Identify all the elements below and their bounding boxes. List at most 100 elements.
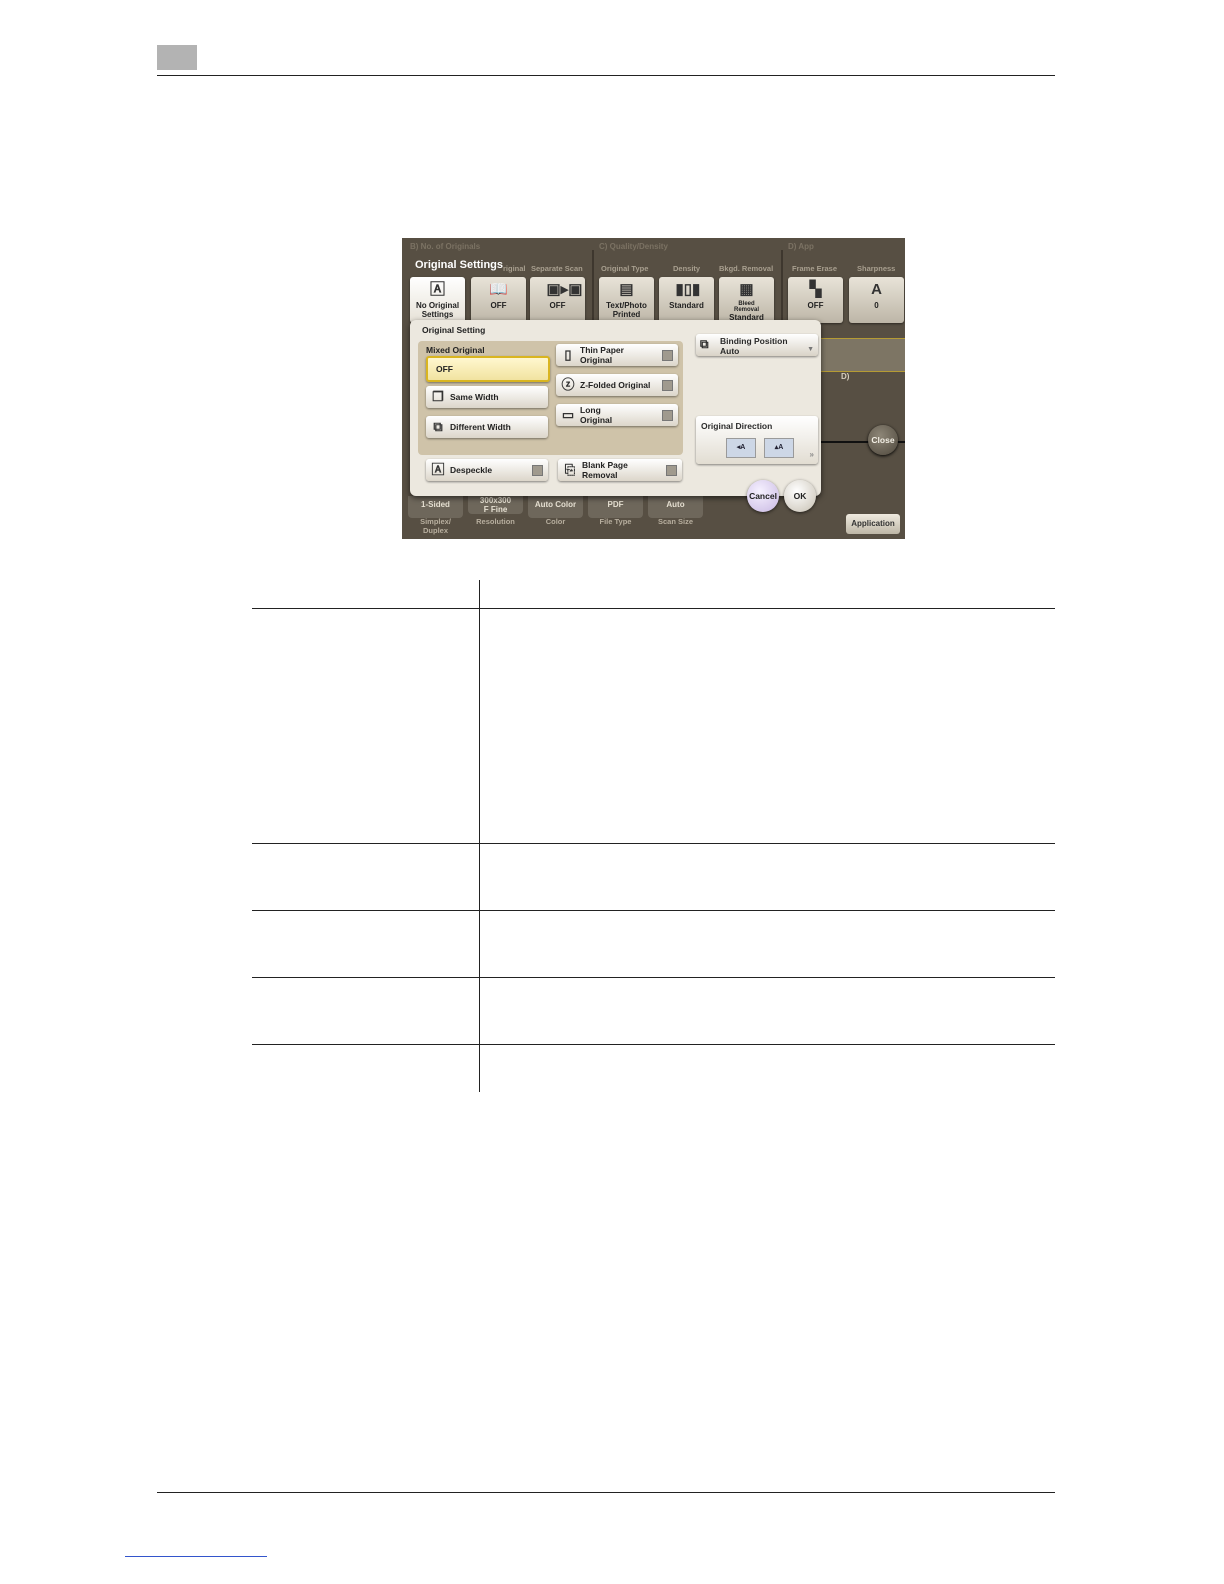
- option-label: Despeckle: [450, 465, 493, 475]
- tile-value: OFF: [549, 301, 566, 310]
- option-label: Different Width: [450, 422, 511, 432]
- table-row-rule: [252, 843, 1055, 844]
- file-type-label: File Type: [599, 517, 632, 526]
- table-column-divider: [479, 580, 480, 1092]
- no-original-settings-tile[interactable]: 🄰 No Original Settings: [410, 277, 465, 323]
- fast-forward-icon: »: [809, 450, 814, 459]
- sharpness-tile[interactable]: A 0: [849, 277, 904, 323]
- text-photo-icon: ▤: [619, 281, 634, 298]
- density-tile[interactable]: ▮▯▮ Standard: [659, 277, 714, 323]
- application-button[interactable]: Application: [846, 514, 900, 534]
- different-width-button[interactable]: ⧉ Different Width: [426, 416, 548, 438]
- binding-position-value: Auto: [720, 346, 740, 356]
- section-header-app: D) App: [788, 242, 814, 251]
- column-label-original-type: Original Type: [601, 264, 649, 273]
- section-d-label: D): [841, 372, 850, 381]
- control-panel-screenshot: B) No. of Originals C) Quality/Density D…: [402, 238, 905, 539]
- original-type-tile[interactable]: ▤ Text/Photo Printed: [599, 277, 654, 323]
- option-label-line: Blank Page: [582, 460, 628, 470]
- chevron-down-icon: ▼: [807, 346, 814, 353]
- color-label: Color: [545, 517, 566, 526]
- binding-position-label: Binding Position: [720, 336, 788, 346]
- table-row-rule: [252, 977, 1055, 978]
- tab-value: PDF: [607, 500, 624, 509]
- section-header-no-of-originals: B) No. of Originals: [410, 242, 481, 251]
- cancel-button[interactable]: Cancel: [747, 480, 779, 512]
- same-width-button[interactable]: ❐ Same Width: [426, 386, 548, 408]
- checkbox[interactable]: [662, 350, 673, 361]
- tab-value: Auto: [666, 500, 685, 509]
- original-direction-label: Original Direction: [701, 421, 773, 431]
- dialog-title: Original Setting: [422, 325, 486, 335]
- simplex-duplex-label: Simplex/ Duplex: [408, 517, 463, 535]
- tile-value: OFF: [490, 301, 507, 310]
- tab-value: Auto Color: [534, 500, 577, 509]
- option-label: Blank Page Removal: [582, 460, 628, 480]
- scan-size-tab[interactable]: Auto: [648, 496, 703, 518]
- right-preview-strip: D): [820, 338, 905, 381]
- option-label: OFF: [436, 364, 453, 374]
- z-folded-original-button[interactable]: ⓩ Z-Folded Original: [556, 374, 678, 396]
- separate-scan-icon: ▣▸▣: [546, 281, 583, 298]
- binding-position-dropdown[interactable]: ⧉ Binding Position Auto ▼: [696, 334, 818, 356]
- mixed-original-off-button[interactable]: OFF: [426, 356, 550, 382]
- stacked-pages-icon: ❐: [432, 389, 444, 404]
- tile-value: Standard: [669, 301, 704, 310]
- long-original-button[interactable]: ▭ Long Original: [556, 404, 678, 426]
- option-label: Same Width: [450, 392, 499, 402]
- mixed-original-label: Mixed Original: [426, 345, 485, 355]
- frame-erase-tile[interactable]: ▚ OFF: [788, 277, 843, 323]
- resolution-label: Resolution: [476, 517, 515, 526]
- chapter-number-box: [157, 45, 197, 70]
- separate-scan-tile[interactable]: ▣▸▣ OFF: [530, 277, 585, 323]
- close-button[interactable]: Close: [868, 425, 898, 455]
- thin-paper-icon: ▯: [564, 347, 572, 362]
- section-divider: [592, 250, 594, 330]
- tab-value: F Fine: [483, 505, 508, 514]
- long-paper-icon: ▭: [561, 407, 575, 422]
- bkgd-removal-icon: ▦: [739, 281, 754, 298]
- tile-label: Printed: [612, 310, 641, 319]
- tile-label: Settings: [421, 310, 454, 319]
- document-a-icon: 🄰: [429, 281, 445, 298]
- density-scale-icon: ▮▯▮: [675, 281, 701, 298]
- frame-erase-icon: ▚: [809, 281, 822, 298]
- direction-portrait-icon: ◂A: [726, 438, 756, 458]
- column-label-separate-scan: Separate Scan: [531, 264, 583, 273]
- checkbox[interactable]: [532, 465, 543, 476]
- option-label: Thin Paper Original: [580, 345, 624, 365]
- checkbox[interactable]: [666, 465, 677, 476]
- color-tab[interactable]: Auto Color: [528, 496, 583, 518]
- section-header-quality-density: C) Quality/Density: [599, 242, 668, 251]
- ok-button[interactable]: OK: [784, 480, 816, 512]
- original-direction-button[interactable]: Original Direction ◂A ▴A »: [696, 416, 818, 464]
- bkgd-removal-tile[interactable]: ▦ Bleed Removal Standard: [719, 277, 774, 323]
- book-original-tile[interactable]: 📖 OFF: [471, 277, 526, 323]
- original-settings-title: Original Settings: [415, 259, 504, 271]
- column-label-sharpness: Sharpness: [857, 264, 896, 273]
- option-label: Long Original: [580, 405, 612, 425]
- sharpness-icon: A: [871, 281, 882, 298]
- blank-page-removal-button[interactable]: ⎘ Blank Page Removal: [558, 459, 682, 481]
- option-label: Z-Folded Original: [580, 380, 651, 390]
- column-label-original: riginal: [503, 264, 526, 273]
- column-label-frame-erase: Frame Erase: [792, 264, 838, 273]
- checkbox[interactable]: [662, 380, 673, 391]
- table-row-rule: [252, 1044, 1055, 1045]
- tile-value: OFF: [807, 301, 824, 310]
- table-row-rule: [252, 910, 1055, 911]
- open-book-icon: 📖: [489, 281, 508, 298]
- footer-rule: [157, 1492, 1055, 1493]
- despeckle-button[interactable]: 🄰 Despeckle: [426, 459, 548, 481]
- simplex-duplex-tab[interactable]: 1-Sided: [408, 496, 463, 518]
- option-label-line: Thin Paper: [580, 345, 624, 355]
- option-label-line: Original: [580, 355, 613, 365]
- tile-label: Text/Photo: [606, 301, 647, 310]
- scan-size-label: Scan Size: [657, 517, 694, 526]
- checkbox[interactable]: [662, 410, 673, 421]
- column-label-density: Density: [673, 264, 701, 273]
- file-type-tab[interactable]: PDF: [588, 496, 643, 518]
- thin-paper-original-button[interactable]: ▯ Thin Paper Original: [556, 344, 678, 366]
- footer-link-underline[interactable]: [125, 1556, 267, 1557]
- resolution-tab[interactable]: 300x300 F Fine: [468, 496, 523, 514]
